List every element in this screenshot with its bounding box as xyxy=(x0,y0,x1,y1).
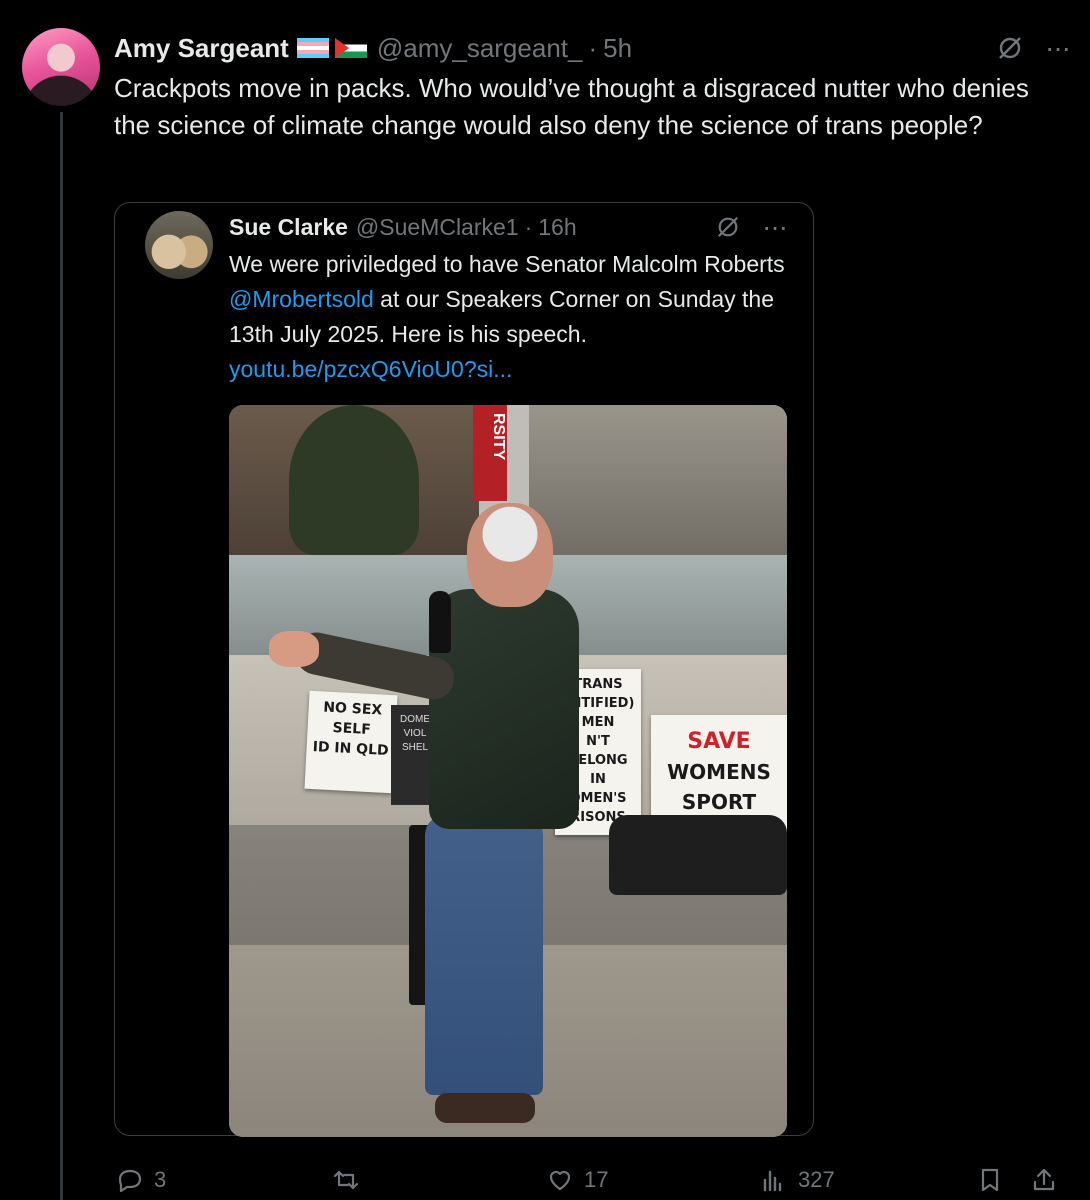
mention-link[interactable]: @Mrobertsold xyxy=(229,286,374,312)
post-time[interactable]: 5h xyxy=(603,33,632,64)
photo-microphone xyxy=(429,591,451,653)
photo-bags xyxy=(609,815,787,895)
post-header: Amy Sargeant @amy_sargeant_ · 5h ··· xyxy=(114,30,1071,66)
action-bar: 3 17 327 xyxy=(114,1160,1064,1200)
quote-media-photo[interactable]: RSITY NO SEX SELF ID IN QLD DOME VIOL SH… xyxy=(229,405,787,1137)
photo-sign-self-id: NO SEX SELF ID IN QLD xyxy=(304,690,398,794)
photo-man-hand xyxy=(269,631,319,667)
like-button[interactable]: 17 xyxy=(546,1166,608,1194)
thread-line xyxy=(60,112,63,1200)
reply-icon xyxy=(118,1169,142,1193)
retweet-button[interactable] xyxy=(332,1166,370,1194)
bookmark-icon xyxy=(981,1168,999,1192)
quote-text-part-1: We were priviledged to have Senator Malc… xyxy=(229,251,785,277)
separator: · xyxy=(588,32,598,63)
quote-header-actions: ··· xyxy=(716,213,788,241)
photo-building-right xyxy=(529,405,787,565)
quote-separator: · xyxy=(524,213,533,240)
share-icon xyxy=(1033,1168,1055,1191)
author-name[interactable]: Amy Sargeant xyxy=(114,33,289,64)
bookmark-button[interactable] xyxy=(976,1166,1004,1194)
quote-author-handle[interactable]: @SueMClarke1 xyxy=(356,214,519,241)
trans-flag-icon xyxy=(296,38,329,58)
photo-banner: RSITY xyxy=(473,405,507,501)
grok-icon[interactable] xyxy=(997,35,1023,61)
views-button[interactable]: 327 xyxy=(760,1166,835,1194)
reply-count: 3 xyxy=(154,1167,167,1192)
more-icon[interactable]: ··· xyxy=(1045,34,1071,62)
photo-man-shoes xyxy=(435,1093,535,1123)
quoted-post[interactable]: Sue Clarke @SueMClarke1 · 16h ··· We wer… xyxy=(114,202,814,1137)
like-count: 17 xyxy=(584,1167,609,1192)
retweet-icon xyxy=(333,1170,359,1190)
post-text: Crackpots move in packs. Who would’ve th… xyxy=(114,73,1029,140)
reply-button[interactable]: 3 xyxy=(116,1166,166,1194)
photo-banner-text: RSITY xyxy=(490,413,507,461)
header-actions: ··· xyxy=(997,34,1071,62)
palestine-flag-icon xyxy=(334,38,367,58)
quote-text: We were priviledged to have Senator Malc… xyxy=(229,247,789,387)
photo-sign-sport-text: WOMENS SPORT xyxy=(667,760,771,814)
heart-icon xyxy=(549,1170,571,1191)
author-handle[interactable]: @amy_sargeant_ xyxy=(377,33,583,64)
views-icon xyxy=(763,1170,782,1192)
quote-author-name[interactable]: Sue Clarke xyxy=(229,214,348,241)
quote-header: Sue Clarke @SueMClarke1 · 16h ··· xyxy=(229,211,788,243)
youtube-link[interactable]: youtu.be/pzcxQ6VioU0?si... xyxy=(229,356,512,382)
photo-man-torso xyxy=(429,589,579,829)
views-count: 327 xyxy=(798,1167,835,1192)
photo-tree xyxy=(289,405,419,555)
quote-avatar[interactable] xyxy=(145,211,213,279)
share-button[interactable] xyxy=(1030,1166,1058,1194)
avatar[interactable] xyxy=(22,28,100,106)
photo-man-legs xyxy=(425,815,543,1095)
photo-sign-save-text: SAVE xyxy=(687,729,751,754)
quote-grok-icon[interactable] xyxy=(716,215,740,239)
photo-man-head xyxy=(467,503,553,607)
quote-more-icon[interactable]: ··· xyxy=(762,213,788,241)
quote-time[interactable]: 16h xyxy=(538,214,576,241)
